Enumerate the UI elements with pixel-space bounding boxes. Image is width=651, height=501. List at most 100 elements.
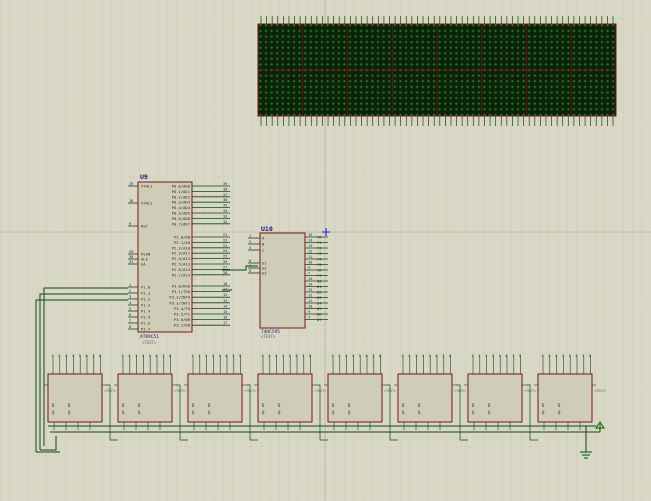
pin-number: 39 <box>223 182 227 186</box>
module-pin-number: 3 <box>135 354 137 358</box>
module-pin-number: 4 <box>72 354 74 358</box>
module-pin-number: 1 <box>402 354 404 358</box>
module-pin-number: 8 <box>309 354 311 358</box>
module-pin-number: 4 <box>352 354 354 358</box>
module-pin-number: 2 <box>198 354 200 358</box>
pin-number: 27 <box>223 265 227 269</box>
pin-name: P2.0/A8 <box>174 235 191 240</box>
module-pin-number: 8 <box>169 354 171 358</box>
pin-number: 31 <box>129 260 133 264</box>
pin-number: 16 <box>223 316 227 320</box>
module-pin-number: 2 <box>408 354 410 358</box>
pin-number: 7 <box>129 319 131 323</box>
led-dot-matrix[interactable] <box>257 16 617 126</box>
pin-number: 13 <box>308 288 312 292</box>
pin-number: 32 <box>223 220 227 224</box>
u10-ref-label: U10 <box>261 225 273 233</box>
pin-number: 5 <box>129 307 131 311</box>
pin-name: Q5 <box>317 306 322 311</box>
pin-number: 22 <box>223 238 227 242</box>
module-pin-number: 5 <box>219 354 221 358</box>
pin-name: P0.0/AD0 <box>172 184 191 189</box>
pin-name: XTAL2 <box>141 201 152 206</box>
pin-name: P3.2/INT0 <box>169 295 190 300</box>
module-pin-number: 6 <box>506 354 508 358</box>
module-pin-number: 3 <box>485 354 487 358</box>
pin-name: P0.4/AD4 <box>172 205 191 210</box>
pin-number: 33 <box>223 214 227 218</box>
pin-name: Y1 <box>317 240 322 245</box>
pin-name: P1.4 <box>141 309 151 314</box>
pin-name: Q7 <box>317 317 322 322</box>
module-pin-number: 8 <box>519 354 521 358</box>
module-pin-number: 3 <box>205 354 207 358</box>
module-pin-number: 7 <box>512 354 514 358</box>
pin-number: 5 <box>249 269 251 273</box>
module-pin-number: 8 <box>449 354 451 358</box>
module-pin-number: 7 <box>162 354 164 358</box>
module-pin-number: 1 <box>192 354 194 358</box>
module-pin-number: 8 <box>239 354 241 358</box>
pin-number: 7 <box>308 316 310 320</box>
pin-name: Q3 <box>317 295 322 300</box>
pin-name: P3.0/RXD <box>172 284 191 289</box>
u9-text-tag: <TEXT> <box>142 340 157 345</box>
pin-name: Y7 <box>317 273 322 278</box>
pin-name: P2.2/A10 <box>172 245 191 250</box>
pin-number: 10 <box>223 282 227 286</box>
module-pin-number: 8 <box>589 354 591 358</box>
module-pin-number: 7 <box>372 354 374 358</box>
pin-name: P2.7/A15 <box>172 272 190 277</box>
pin-number: 30 <box>129 255 133 259</box>
pin-number: 13 <box>223 299 227 303</box>
pin-number: 7 <box>308 272 310 276</box>
module-pin-number: 2 <box>338 354 340 358</box>
pin-name: P2.4/A12 <box>172 256 190 261</box>
pin-name: Q2 <box>317 290 322 295</box>
pin-number: 6 <box>249 259 251 263</box>
module-pin-number: 5 <box>289 354 291 358</box>
module-pin-number: 5 <box>359 354 361 358</box>
pin-name: P1.1 <box>141 291 151 296</box>
pin-name: P1.3 <box>141 303 150 308</box>
module-pin-number: 8 <box>379 354 381 358</box>
module-pin-number: 5 <box>429 354 431 358</box>
pin-number: 25 <box>223 255 227 259</box>
schematic-canvas[interactable]: U9 AT89C51 <TEXT> 19 XTAL118 XTAL29 RST29 PS… <box>0 0 651 501</box>
module-body <box>327 373 383 423</box>
module-pin-number: 6 <box>86 354 88 358</box>
pin-number: 2 <box>249 240 251 244</box>
pin-number: 21 <box>223 233 227 237</box>
pin-number: 4 <box>129 301 131 305</box>
pin-number: 15 <box>308 233 312 237</box>
module-pin-number: 4 <box>562 354 564 358</box>
pin-number: 10 <box>308 305 312 309</box>
pin-number: 34 <box>223 209 227 213</box>
module-pin-number: 5 <box>569 354 571 358</box>
pin-name: P2.3/A11 <box>172 251 191 256</box>
module-pin-number: 4 <box>212 354 214 358</box>
pin-number: 14 <box>308 239 312 243</box>
module-pin-number: 4 <box>492 354 494 358</box>
pin-name: Y6 <box>317 268 322 273</box>
module-pin-number: 2 <box>478 354 480 358</box>
module-text-tag: <TEXT> <box>594 389 606 393</box>
pin-number: 28 <box>223 271 227 275</box>
module-body <box>257 373 313 423</box>
module-body <box>117 373 173 423</box>
pin-number: 15 <box>223 310 227 314</box>
pin-name: P0.2/AD2 <box>172 194 190 199</box>
pin-name: P3.4/T0 <box>174 306 191 311</box>
pin-name: XTAL1 <box>141 184 153 189</box>
module-pin-number: 7 <box>92 354 94 358</box>
u10-text-tag: <TEXT> <box>261 334 276 339</box>
pin-number: 11 <box>308 255 312 259</box>
pin-name: Y0 <box>317 235 322 240</box>
module-pin-number: 3 <box>65 354 67 358</box>
module-pin-number: 6 <box>296 354 298 358</box>
module-pin-number: 1 <box>542 354 544 358</box>
pin-number: 36 <box>223 198 227 202</box>
pin-name: P1.6 <box>141 321 151 326</box>
pin-name: P0.1/AD1 <box>172 189 191 194</box>
pin-number: 13 <box>308 244 312 248</box>
